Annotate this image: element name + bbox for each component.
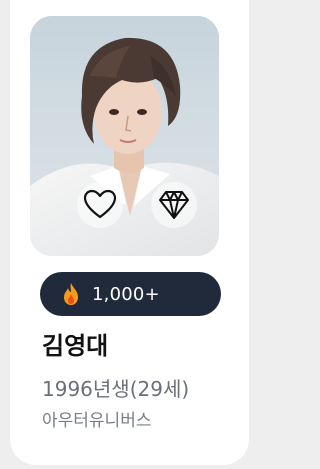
profile-photo[interactable] bbox=[30, 16, 219, 256]
like-button[interactable] bbox=[77, 182, 123, 228]
artist-name: 김영대 bbox=[42, 332, 109, 360]
heart-icon bbox=[83, 189, 117, 219]
popularity-pill: 1,000+ bbox=[40, 272, 221, 316]
agency-name: 아우터유니버스 bbox=[42, 411, 152, 431]
popularity-count: 1,000+ bbox=[92, 283, 160, 305]
fire-icon bbox=[64, 283, 78, 305]
gem-button[interactable] bbox=[151, 182, 197, 228]
diamond-icon bbox=[159, 191, 189, 219]
birth-info: 1996년생(29세) bbox=[42, 377, 190, 401]
